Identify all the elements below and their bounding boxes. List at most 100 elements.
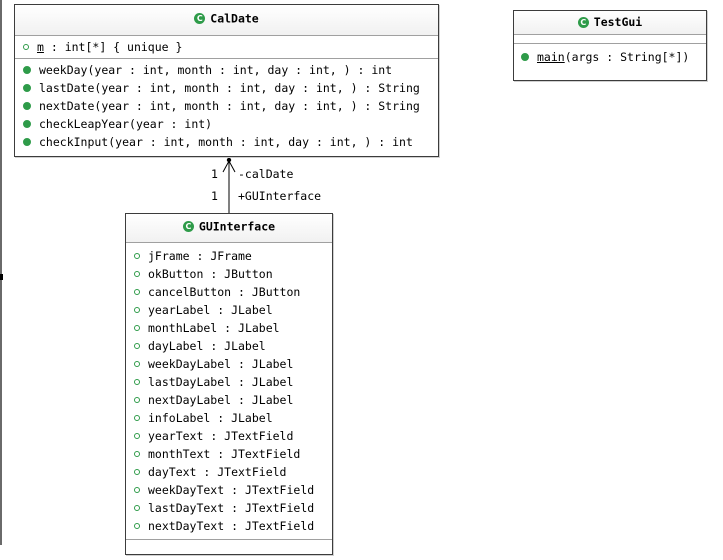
attribute-row[interactable]: okButton : JButton — [134, 265, 332, 283]
attribute-name: m — [37, 40, 44, 54]
operation-name: nextDate — [39, 99, 95, 113]
operation-row[interactable]: main(args : String[*]) — [521, 48, 706, 66]
attribute-row[interactable]: m : int[*] { unique } — [23, 38, 438, 56]
attribute-visibility-icon — [134, 324, 140, 331]
attribute-name: okButton — [148, 267, 204, 281]
attribute-type: : int[*] { unique } — [43, 40, 183, 54]
class-testgui[interactable]: C TestGui main(args : String[*]) — [513, 10, 707, 81]
attribute-type: : JTextField — [224, 501, 315, 515]
attribute-name: weekDayLabel — [148, 357, 232, 371]
attribute-visibility-icon — [23, 43, 29, 50]
attribute-row[interactable]: lastDayText : JTextField — [134, 499, 332, 517]
operation-name: weekDay — [39, 63, 88, 77]
operation-signature: (year : int, month : int, day : int, ) :… — [87, 63, 393, 77]
operation-row[interactable]: weekDay(year : int, month : int, day : i… — [23, 61, 438, 79]
attribute-name: monthText — [148, 447, 211, 461]
class-testgui-header: C TestGui — [514, 11, 706, 34]
attribute-row[interactable]: nextDayText : JTextField — [134, 517, 332, 535]
attribute-type: : JLabel — [210, 303, 273, 317]
attribute-row[interactable]: jFrame : JFrame — [134, 247, 332, 265]
attribute-row[interactable]: dayLabel : JLabel — [134, 337, 332, 355]
attribute-type: : JTextField — [203, 429, 294, 443]
attribute-type: : JTextField — [210, 447, 301, 461]
operation-signature: (year : int, month : int, day : int, ) :… — [108, 135, 413, 149]
operation-row[interactable]: lastDate(year : int, month : int, day : … — [23, 79, 438, 97]
attribute-type: : JFrame — [189, 249, 252, 263]
attributes-compartment: jFrame : JFrame okButton : JButton cance… — [126, 242, 332, 539]
attribute-name: yearText — [148, 429, 204, 443]
operation-visibility-icon — [23, 101, 31, 110]
attribute-name: nextDayLabel — [148, 393, 232, 407]
attribute-row[interactable]: cancelButton : JButton — [134, 283, 332, 301]
attribute-name: monthLabel — [148, 321, 218, 335]
attribute-row[interactable]: lastDayLabel : JLabel — [134, 373, 332, 391]
attribute-name: dayText — [148, 465, 197, 479]
attribute-row[interactable]: monthLabel : JLabel — [134, 319, 332, 337]
attribute-visibility-icon — [134, 432, 140, 439]
class-name: TestGui — [593, 15, 643, 29]
class-caldate[interactable]: C CalDate m : int[*] { unique } weekDay(y… — [14, 4, 439, 157]
attribute-visibility-icon — [134, 504, 140, 511]
operation-visibility-icon — [23, 65, 31, 74]
attribute-row[interactable]: yearLabel : JLabel — [134, 301, 332, 319]
attribute-visibility-icon — [134, 288, 140, 295]
attribute-name: cancelButton — [148, 285, 232, 299]
operation-row[interactable]: checkLeapYear(year : int) — [23, 115, 438, 133]
class-name: GUInterface — [198, 219, 276, 234]
attribute-row[interactable]: dayText : JTextField — [134, 463, 332, 481]
attribute-row[interactable]: weekDayText : JTextField — [134, 481, 332, 499]
attributes-compartment — [514, 34, 706, 43]
attribute-row[interactable]: yearText : JTextField — [134, 427, 332, 445]
attribute-name: nextDayText — [148, 519, 225, 533]
attribute-visibility-icon — [134, 414, 140, 421]
attribute-visibility-icon — [134, 396, 140, 403]
attribute-name: jFrame — [148, 249, 190, 263]
class-guinterface-header: C GUInterface — [126, 214, 332, 242]
attribute-visibility-icon — [134, 522, 140, 529]
operation-signature: (year : int, month : int, day : int, ) :… — [94, 81, 420, 95]
class-caldate-header: C CalDate — [15, 5, 438, 35]
attribute-type: : JTextField — [224, 519, 315, 533]
association-multiplicity-bottom: 1 — [211, 189, 218, 203]
attribute-visibility-icon — [134, 378, 140, 385]
operation-name: main — [537, 50, 565, 64]
attribute-row[interactable]: weekDayLabel : JLabel — [134, 355, 332, 373]
operation-visibility-icon — [521, 52, 529, 61]
operations-compartment: weekDay(year : int, month : int, day : i… — [15, 58, 438, 151]
operation-row[interactable]: nextDate(year : int, month : int, day : … — [23, 97, 438, 115]
attributes-compartment: m : int[*] { unique } — [15, 35, 438, 58]
attribute-type: : JLabel — [217, 321, 280, 335]
attribute-visibility-icon — [134, 342, 140, 349]
attribute-visibility-icon — [134, 270, 140, 277]
class-icon: C — [577, 17, 589, 28]
operation-visibility-icon — [23, 119, 31, 128]
operation-signature: (year : int) — [129, 117, 213, 131]
operation-name: lastDate — [39, 81, 95, 95]
operation-name: checkLeapYear — [39, 117, 130, 131]
attribute-type: : JLabel — [203, 339, 266, 353]
class-icon: C — [182, 221, 194, 232]
attribute-visibility-icon — [134, 450, 140, 457]
attribute-visibility-icon — [134, 360, 140, 367]
attribute-name: weekDayText — [148, 483, 225, 497]
class-icon: C — [194, 13, 206, 24]
operation-signature: (year : int, month : int, day : int, ) :… — [94, 99, 420, 113]
attribute-row[interactable]: infoLabel : JLabel — [134, 409, 332, 427]
attribute-name: lastDayLabel — [148, 375, 232, 389]
operation-visibility-icon — [23, 137, 31, 146]
attribute-row[interactable]: monthText : JTextField — [134, 445, 332, 463]
association-multiplicity-top: 1 — [211, 167, 218, 181]
class-guinterface[interactable]: C GUInterface jFrame : JFrame okButton : … — [125, 213, 333, 555]
attribute-name: yearLabel — [148, 303, 211, 317]
attribute-type: : JLabel — [210, 411, 273, 425]
attribute-type: : JTextField — [224, 483, 315, 497]
attribute-type: : JButton — [231, 285, 301, 299]
operation-visibility-icon — [23, 83, 31, 92]
attribute-type: : JTextField — [196, 465, 287, 479]
attribute-name: dayLabel — [148, 339, 204, 353]
attribute-row[interactable]: nextDayLabel : JLabel — [134, 391, 332, 409]
operation-name: checkInput — [39, 135, 109, 149]
attribute-visibility-icon — [134, 252, 140, 259]
operation-row[interactable]: checkInput(year : int, month : int, day … — [23, 133, 438, 151]
operations-compartment: main(args : String[*]) — [514, 43, 706, 66]
